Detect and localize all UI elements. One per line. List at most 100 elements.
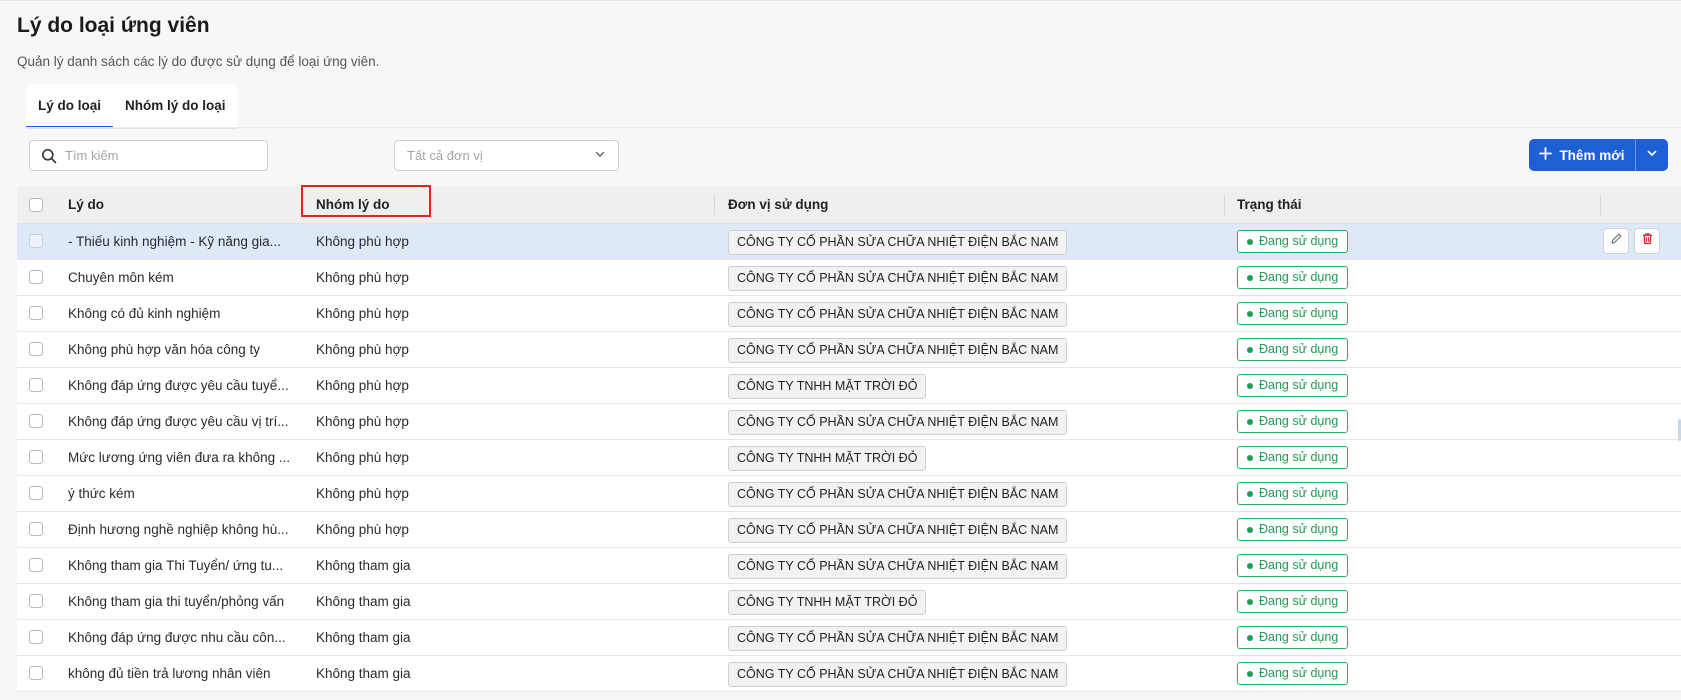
- delete-button[interactable]: [1634, 228, 1660, 254]
- page-subtitle: Quản lý danh sách các lý do được sử dụng…: [17, 54, 380, 69]
- cell-reason-group: Không tham gia: [316, 630, 411, 645]
- cell-reason-group: Không phù hợp: [316, 342, 409, 357]
- row-checkbox[interactable]: [29, 306, 43, 320]
- status-badge: Đang sử dụng: [1237, 338, 1349, 361]
- status-badge: Đang sử dụng: [1237, 482, 1349, 505]
- cell-unit: CÔNG TY CỔ PHẦN SỬA CHỮA NHIỆT ĐIỆN BẮC …: [728, 620, 1068, 655]
- cell-reason: Không tham gia thi tuyển/phỏng vấn: [68, 594, 285, 609]
- column-header-reason-group[interactable]: Nhóm lý do: [316, 187, 390, 223]
- status-label: Đang sử dụng: [1259, 558, 1339, 572]
- table-row[interactable]: Chuyên môn kém Không phù hợp CÔNG TY CỔ PH…: [17, 260, 1681, 296]
- cell-status: Đang sử dụng: [1237, 404, 1349, 439]
- plus-icon: [1539, 147, 1553, 163]
- table-row[interactable]: không đủ tiền trả lương nhân viên Không t…: [17, 656, 1681, 692]
- add-button-group: Thêm mới: [1529, 139, 1668, 171]
- cell-reason: Định hương nghề nghiệp không hù...: [68, 522, 289, 537]
- cell-reason: Không đáp ứng được nhu cầu côn...: [68, 630, 286, 645]
- table-row[interactable]: - Thiếu kinh nghiệm - Kỹ năng gia... Khôn…: [17, 224, 1681, 260]
- edit-button[interactable]: [1603, 228, 1629, 254]
- cell-unit: CÔNG TY CỔ PHẦN SỬA CHỮA NHIỆT ĐIỆN BẮC …: [728, 332, 1068, 367]
- cell-status: Đang sử dụng: [1237, 512, 1349, 547]
- row-checkbox[interactable]: [29, 594, 43, 608]
- row-checkbox[interactable]: [29, 558, 43, 572]
- cell-reason-group: Không tham gia: [316, 666, 411, 681]
- cell-unit: CÔNG TY CỔ PHẦN SỬA CHỮA NHIỆT ĐIỆN BẮC …: [728, 404, 1068, 439]
- row-checkbox[interactable]: [29, 630, 43, 644]
- status-badge: Đang sử dụng: [1237, 590, 1349, 613]
- cell-status: Đang sử dụng: [1237, 476, 1349, 511]
- table-row[interactable]: Không đáp ứng được yêu cầu tuyể... Không …: [17, 368, 1681, 404]
- row-checkbox[interactable]: [29, 522, 43, 536]
- unit-tag: CÔNG TY CỔ PHẦN SỬA CHỮA NHIỆT ĐIỆN BẮC …: [728, 626, 1068, 651]
- cell-unit: CÔNG TY CỔ PHẦN SỬA CHỮA NHIỆT ĐIỆN BẮC …: [728, 476, 1068, 511]
- status-dot-icon: [1247, 670, 1253, 677]
- cell-unit: CÔNG TY CỔ PHẦN SỬA CHỮA NHIỆT ĐIỆN BẮC …: [728, 260, 1068, 295]
- table-row[interactable]: Không đáp ứng được nhu cầu côn... Không t…: [17, 620, 1681, 656]
- cell-reason: ý thức kém: [68, 486, 135, 501]
- column-header-status[interactable]: Trạng thái: [1237, 187, 1302, 223]
- search-icon: [41, 148, 57, 164]
- status-label: Đang sử dụng: [1259, 378, 1339, 392]
- add-new-label: Thêm mới: [1559, 147, 1625, 163]
- search-box[interactable]: [29, 140, 268, 171]
- status-dot-icon: [1247, 562, 1253, 569]
- row-checkbox[interactable]: [29, 414, 43, 428]
- cell-reason-group: Không phù hợp: [316, 414, 409, 429]
- status-label: Đang sử dụng: [1259, 594, 1339, 608]
- table-row[interactable]: Mức lương ứng viên đưa ra không ... Không…: [17, 440, 1681, 476]
- unit-select[interactable]: Tất cả đơn vị: [394, 140, 619, 171]
- cell-reason: Mức lương ứng viên đưa ra không ...: [68, 450, 291, 465]
- table-header: Lý do Nhóm lý do Đơn vị sử dụng Trạng th…: [17, 185, 1681, 224]
- table-row[interactable]: Định hương nghề nghiệp không hù... Không …: [17, 512, 1681, 548]
- search-input[interactable]: [63, 147, 247, 164]
- status-dot-icon: [1247, 238, 1253, 245]
- add-options-dropdown[interactable]: [1635, 139, 1668, 171]
- row-checkbox[interactable]: [29, 450, 43, 464]
- unit-tag: CÔNG TY CỔ PHẦN SỬA CHỮA NHIỆT ĐIỆN BẮC …: [728, 338, 1068, 363]
- status-dot-icon: [1247, 454, 1253, 461]
- cell-reason-group: Không tham gia: [316, 558, 411, 573]
- tab-reason-groups[interactable]: Nhóm lý do loại: [113, 84, 238, 128]
- cell-reason: Không phù hợp văn hóa công ty: [68, 342, 260, 357]
- row-checkbox[interactable]: [29, 342, 43, 356]
- table-row[interactable]: Không phù hợp văn hóa công ty Không phù h…: [17, 332, 1681, 368]
- row-checkbox[interactable]: [29, 270, 43, 284]
- status-label: Đang sử dụng: [1259, 522, 1339, 536]
- column-header-unit[interactable]: Đơn vị sử dụng: [728, 187, 828, 223]
- cell-unit: CÔNG TY TNHH MẶT TRỜI ĐỎ: [728, 584, 927, 619]
- cell-unit: CÔNG TY CỔ PHẦN SỬA CHỮA NHIỆT ĐIỆN BẮC …: [728, 656, 1068, 691]
- table-body: - Thiếu kinh nghiệm - Kỹ năng gia... Khôn…: [17, 224, 1681, 692]
- cell-reason-group: Không phù hợp: [316, 450, 409, 465]
- status-label: Đang sử dụng: [1259, 630, 1339, 644]
- cell-reason: Không đáp ứng được yêu cầu tuyể...: [68, 378, 289, 393]
- row-checkbox[interactable]: [29, 234, 43, 248]
- table-row[interactable]: Không có đủ kinh nghiệm Không phù hợp CÔNG…: [17, 296, 1681, 332]
- row-checkbox[interactable]: [29, 378, 43, 392]
- status-dot-icon: [1247, 418, 1253, 425]
- cell-status: Đang sử dụng: [1237, 260, 1349, 295]
- cell-reason: Không tham gia Thi Tuyển/ ứng tu...: [68, 558, 284, 573]
- table-row[interactable]: ý thức kém Không phù hợp CÔNG TY CỔ PHẦN S…: [17, 476, 1681, 512]
- unit-tag: CÔNG TY CỔ PHẦN SỬA CHỮA NHIỆT ĐIỆN BẮC …: [728, 230, 1068, 255]
- table-row[interactable]: Không tham gia thi tuyển/phỏng vấn Không …: [17, 584, 1681, 620]
- row-checkbox[interactable]: [29, 486, 43, 500]
- column-divider: [1600, 195, 1601, 215]
- status-label: Đang sử dụng: [1259, 234, 1339, 248]
- add-new-button[interactable]: Thêm mới: [1529, 139, 1635, 171]
- row-checkbox[interactable]: [29, 666, 43, 680]
- status-dot-icon: [1247, 274, 1253, 281]
- tab-reasons[interactable]: Lý do loại: [26, 84, 114, 128]
- status-label: Đang sử dụng: [1259, 486, 1339, 500]
- table-row[interactable]: Không tham gia Thi Tuyển/ ứng tu... Không…: [17, 548, 1681, 584]
- cell-reason: - Thiếu kinh nghiệm - Kỹ năng gia...: [68, 234, 281, 249]
- select-all-checkbox[interactable]: [29, 198, 43, 212]
- cell-reason-group: Không phù hợp: [316, 270, 409, 285]
- table-row[interactable]: Không đáp ứng được yêu cầu vị trí... Khôn…: [17, 404, 1681, 440]
- cell-unit: CÔNG TY TNHH MẶT TRỜI ĐỎ: [728, 368, 927, 403]
- status-label: Đang sử dụng: [1259, 306, 1339, 320]
- status-label: Đang sử dụng: [1259, 450, 1339, 464]
- status-dot-icon: [1247, 490, 1253, 497]
- column-header-reason[interactable]: Lý do: [68, 187, 104, 223]
- status-dot-icon: [1247, 634, 1253, 641]
- cell-reason-group: Không phù hợp: [316, 486, 409, 501]
